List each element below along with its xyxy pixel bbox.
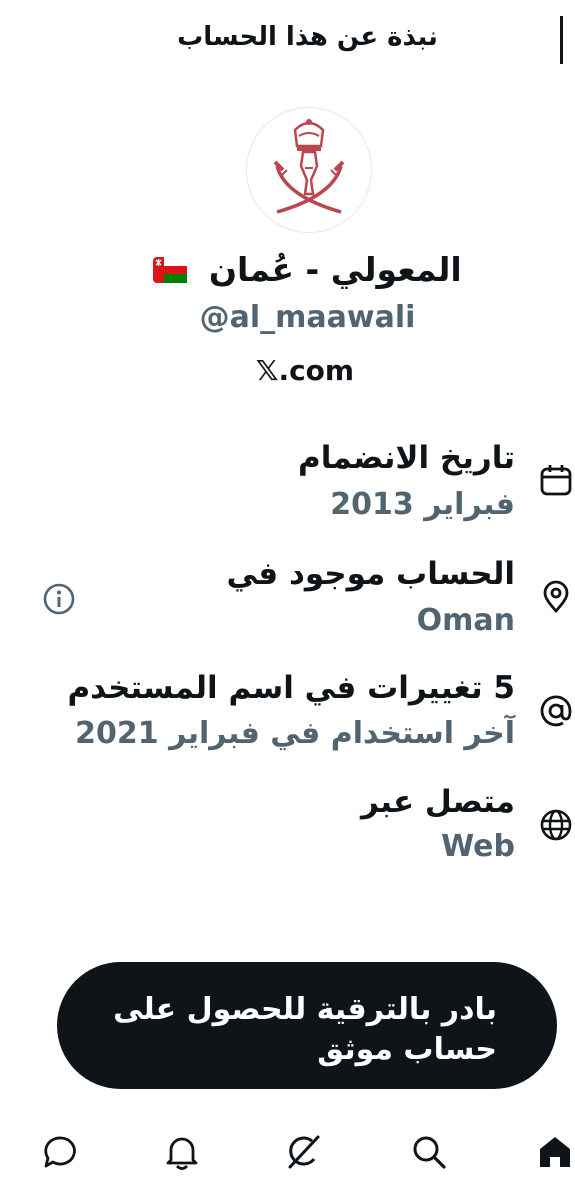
username-changes-value: آخر استخدام في فبراير 2021	[75, 716, 515, 751]
display-name-row: المعولي - عُمان	[0, 250, 575, 291]
username-handle: @al_maawali	[199, 300, 416, 335]
website-link[interactable]: 𝕏.com	[0, 354, 575, 387]
oman-flag-icon	[153, 252, 188, 291]
messages-icon[interactable]	[42, 1133, 80, 1171]
grok-icon[interactable]	[284, 1133, 322, 1171]
avatar[interactable]	[246, 107, 372, 233]
joined-value: فبراير 2013	[330, 487, 515, 522]
connected-via-label: متصل عبر	[361, 784, 515, 820]
globe-icon	[539, 808, 573, 842]
display-name: المعولي - عُمان	[208, 250, 462, 289]
username-changes-label: 5 تغييرات في اسم المستخدم	[67, 670, 515, 706]
oman-emblem-icon	[273, 119, 345, 214]
location-pin-icon	[539, 580, 573, 614]
calendar-icon	[539, 463, 573, 497]
search-icon[interactable]	[410, 1133, 448, 1171]
connected-via-value: Web	[441, 829, 515, 864]
notifications-icon[interactable]	[163, 1133, 201, 1171]
upgrade-line-2: حساب موثق	[317, 1032, 497, 1067]
page-title: نبذة عن هذا الحساب	[177, 22, 438, 52]
joined-label: تاريخ الانضمام	[298, 440, 515, 476]
home-icon[interactable]	[536, 1133, 574, 1171]
upgrade-line-1: بادر بالترقية للحصول على	[113, 992, 497, 1027]
at-sign-icon	[539, 694, 573, 728]
upgrade-verified-button[interactable]: بادر بالترقية للحصول على حساب موثق	[57, 962, 557, 1089]
info-icon[interactable]	[42, 582, 76, 616]
back-button-edge[interactable]	[560, 16, 575, 64]
location-value: Oman	[416, 603, 515, 638]
location-label: الحساب موجود في	[226, 556, 515, 592]
